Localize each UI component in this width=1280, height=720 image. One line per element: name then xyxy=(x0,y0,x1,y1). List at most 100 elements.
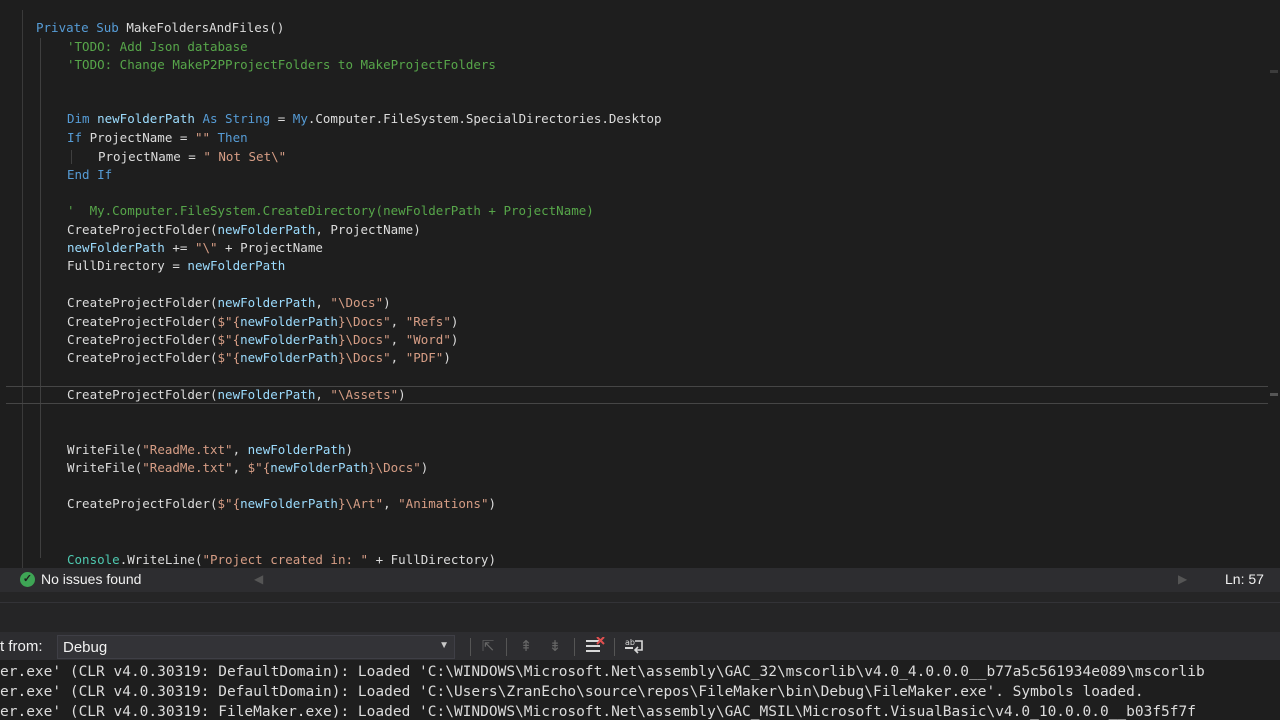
code-line[interactable]: CreateProjectFolder($"{newFolderPath}\Ar… xyxy=(67,495,496,513)
code-editor[interactable]: Private Sub MakeFoldersAndFiles() 'TODO: … xyxy=(0,0,1280,568)
code-token: $"{ xyxy=(217,332,241,347)
code-line[interactable]: FullDirectory = newFolderPath xyxy=(67,257,285,275)
word-wrap-icon[interactable]: ab xyxy=(624,637,644,657)
check-circle-icon: ✓ xyxy=(20,572,35,587)
code-line[interactable]: CreateProjectFolder($"{newFolderPath}\Do… xyxy=(67,313,458,331)
panel-splitter[interactable] xyxy=(0,592,1280,632)
code-token: $"{ xyxy=(217,314,241,329)
code-token: ) xyxy=(398,387,406,402)
code-token: }\Docs" xyxy=(337,314,391,329)
show-output-from-label: t from: xyxy=(0,638,43,655)
code-line[interactable]: End If xyxy=(67,166,112,184)
code-token: }\Docs" xyxy=(337,332,391,347)
code-token: .Computer.FileSystem.SpecialDirectories.… xyxy=(307,111,662,126)
output-toolbar: t from: Debug ▼ ⇱ ⇞ ⇟ ab xyxy=(0,632,1280,660)
code-token: Private Sub xyxy=(36,20,127,35)
output-source-value: Debug xyxy=(63,639,108,656)
code-line[interactable]: ProjectName = " Not Set\" xyxy=(98,148,286,166)
code-line[interactable]: WriteFile("ReadMe.txt", newFolderPath) xyxy=(67,441,353,459)
previous-message-icon[interactable]: ⇞ xyxy=(516,637,536,657)
code-token: ) xyxy=(450,332,459,347)
code-token: MakeFoldersAndFiles() xyxy=(126,20,285,35)
code-token: , xyxy=(390,350,406,365)
code-token: $"{ xyxy=(217,350,241,365)
code-token: + ProjectName xyxy=(225,240,323,255)
line-number-indicator[interactable]: Ln: 57 xyxy=(1225,571,1264,587)
code-token: $"{ xyxy=(217,496,241,511)
code-token: 'TODO: Add Json database xyxy=(67,39,248,54)
indent-guide xyxy=(40,38,41,558)
code-token: , xyxy=(315,295,331,310)
code-token: CreateProjectFolder( xyxy=(67,496,218,511)
code-line[interactable]: If ProjectName = "" Then xyxy=(67,129,248,147)
indent-guide xyxy=(71,150,72,164)
code-token: "Word" xyxy=(405,332,451,347)
code-token: ' My.Computer.FileSystem.CreateDirectory… xyxy=(67,203,594,218)
code-token: , xyxy=(390,332,406,347)
code-token: ) xyxy=(345,442,354,457)
output-pane[interactable]: er.exe' (CLR v4.0.30319: DefaultDomain):… xyxy=(0,660,1280,720)
code-token: += xyxy=(172,240,195,255)
code-token: "\" xyxy=(194,240,226,255)
vertical-scrollbar[interactable] xyxy=(1268,0,1280,568)
issues-status[interactable]: No issues found xyxy=(41,571,141,587)
code-token: ProjectName = xyxy=(89,130,195,145)
code-token: "PDF" xyxy=(405,350,444,365)
code-token: 'TODO: Change MakeP2PProjectFolders to M… xyxy=(67,57,496,72)
go-to-location-icon[interactable]: ⇱ xyxy=(478,637,498,657)
code-token: As xyxy=(202,111,226,126)
scroll-right-icon[interactable]: ▶ xyxy=(1178,572,1187,586)
code-line[interactable]: Private Sub MakeFoldersAndFiles() xyxy=(36,19,284,37)
code-line[interactable]: WriteFile("ReadMe.txt", $"{newFolderPath… xyxy=(67,459,428,477)
scroll-left-icon[interactable]: ◀ xyxy=(254,572,263,586)
code-token: "Project created in: " xyxy=(202,552,376,567)
code-token: CreateProjectFolder( xyxy=(67,332,218,347)
code-token: newFolderPath xyxy=(270,460,369,475)
next-message-icon[interactable]: ⇟ xyxy=(545,637,565,657)
code-token: newFolderPath xyxy=(67,240,173,255)
code-token: ) xyxy=(488,496,496,511)
code-token: $"{ xyxy=(247,460,271,475)
code-token: newFolderPath xyxy=(217,222,316,237)
code-token: newFolderPath xyxy=(247,442,346,457)
code-token: ) xyxy=(443,350,451,365)
code-token: , xyxy=(315,387,331,402)
code-line[interactable]: CreateProjectFolder(newFolderPath, "\Ass… xyxy=(67,386,406,404)
code-line[interactable]: newFolderPath += "\" + ProjectName xyxy=(67,239,323,257)
editor-status-bar: ✓ No issues found ◀ ▶ Ln: 57 xyxy=(0,568,1280,592)
code-token: , ProjectName) xyxy=(315,222,421,237)
output-source-dropdown[interactable]: Debug ▼ xyxy=(57,635,455,659)
code-token: , xyxy=(232,442,248,457)
code-token: String xyxy=(225,111,278,126)
code-token: "ReadMe.txt" xyxy=(142,460,233,475)
code-token: ) xyxy=(383,295,391,310)
code-token: newFolderPath xyxy=(217,387,316,402)
code-line[interactable]: CreateProjectFolder(newFolderPath, Proje… xyxy=(67,221,421,239)
code-token: newFolderPath xyxy=(240,350,338,365)
code-token: , xyxy=(390,314,406,329)
code-token: " Not Set\" xyxy=(203,149,287,164)
code-token: }\Docs" xyxy=(368,460,421,475)
code-token: ) xyxy=(420,460,429,475)
code-token: CreateProjectFolder( xyxy=(67,350,218,365)
code-line[interactable]: 'TODO: Add Json database xyxy=(67,38,248,56)
code-line[interactable]: CreateProjectFolder($"{newFolderPath}\Do… xyxy=(67,331,458,349)
code-token: newFolderPath xyxy=(240,496,338,511)
code-line[interactable]: Dim newFolderPath As String = My.Compute… xyxy=(67,110,662,128)
svg-text:ab: ab xyxy=(625,638,635,647)
code-token: , xyxy=(232,460,248,475)
chevron-down-icon: ▼ xyxy=(439,640,449,651)
code-line[interactable]: 'TODO: Change MakeP2PProjectFolders to M… xyxy=(67,56,496,74)
code-line[interactable]: CreateProjectFolder($"{newFolderPath}\Do… xyxy=(67,349,451,367)
code-line[interactable]: ' My.Computer.FileSystem.CreateDirectory… xyxy=(67,202,594,220)
code-token: newFolderPath xyxy=(97,111,203,126)
code-line[interactable]: CreateProjectFolder(newFolderPath, "\Doc… xyxy=(67,294,391,312)
clear-all-icon[interactable] xyxy=(585,636,605,657)
output-line: er.exe' (CLR v4.0.30319: DefaultDomain):… xyxy=(0,684,1144,700)
output-line: er.exe' (CLR v4.0.30319: FileMaker.exe):… xyxy=(0,704,1196,720)
code-token: Dim xyxy=(67,111,98,126)
code-token: WriteFile( xyxy=(67,442,143,457)
code-line[interactable]: Console.WriteLine("Project created in: "… xyxy=(67,551,496,568)
code-token: newFolderPath xyxy=(240,314,338,329)
code-token: , xyxy=(383,496,399,511)
